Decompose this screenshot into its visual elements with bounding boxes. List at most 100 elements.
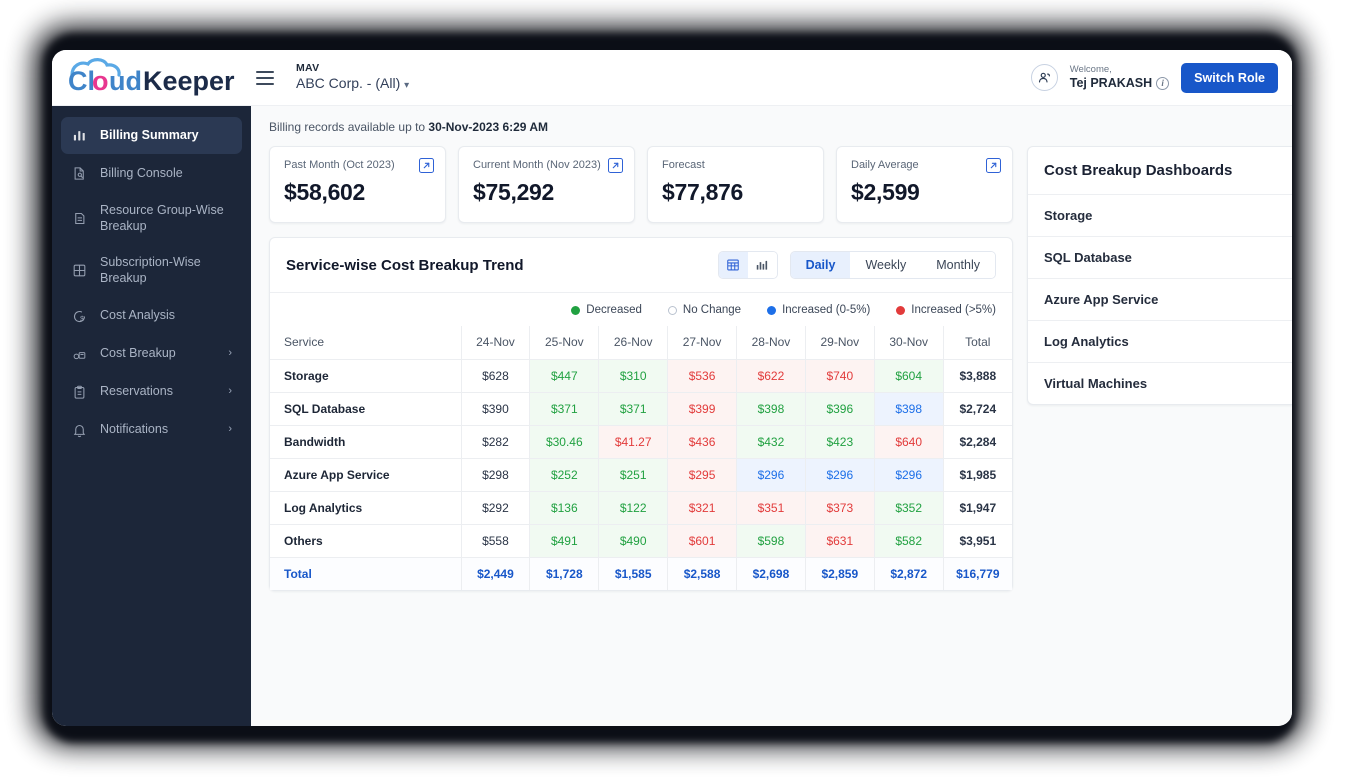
external-link-icon[interactable] [986, 158, 1001, 173]
application-window: Cl o ud Keeper MAV ABC Corp. - (All) ▾ W… [52, 50, 1292, 726]
table-cell: $447 [529, 358, 600, 393]
table-cell: $310 [598, 358, 669, 393]
table-cell: $1,947 [942, 490, 1012, 525]
sidebar-item-reservations[interactable]: Reservations › [61, 374, 242, 411]
table-cell: $296 [736, 457, 806, 492]
chart-view-icon[interactable] [747, 252, 777, 278]
table-cell: $292 [460, 490, 531, 525]
sidebar-item-cost-breakup[interactable]: Cost Breakup › [61, 336, 242, 373]
external-link-icon[interactable] [608, 158, 623, 173]
records-prefix: Billing records available up to [269, 120, 429, 134]
resource-group-icon [71, 210, 88, 227]
tab-daily[interactable]: Daily [790, 252, 851, 278]
table-cell: $298 [460, 457, 531, 492]
tab-monthly[interactable]: Monthly [921, 252, 995, 278]
cost-breakup-dashboards-panel: Cost Breakup Dashboards Storage SQL Datab… [1027, 146, 1292, 405]
cloudkeeper-logo[interactable]: Cl o ud Keeper [66, 57, 252, 99]
table-cell: $640 [873, 424, 944, 459]
chevron-right-icon: › [228, 385, 232, 398]
dashboard-list-item[interactable]: Storage [1028, 195, 1292, 237]
switch-role-button[interactable]: Switch Role [1181, 62, 1278, 93]
sidebar-item-billing-console[interactable]: Billing Console [61, 155, 242, 192]
table-total-cell: $2,859 [804, 556, 875, 590]
table-cell: $2,724 [942, 391, 1012, 426]
table-cell: $2,284 [942, 424, 1012, 459]
table-cell: $371 [598, 391, 669, 426]
table-cell: $398 [736, 391, 806, 426]
external-link-icon[interactable] [419, 158, 434, 173]
info-icon[interactable]: i [1156, 76, 1170, 90]
table-cell: $399 [667, 391, 737, 426]
table-total-cell: $2,872 [873, 556, 944, 590]
table-cell: $41.27 [598, 424, 669, 459]
legend-dot-no-change [667, 305, 677, 315]
table-cell: $436 [667, 424, 737, 459]
table-header-row: Service 24-Nov 25-Nov 26-Nov 27-Nov 28-Nov 29-… [270, 326, 1012, 360]
records-date: 30-Nov-2023 6:29 AM [428, 120, 549, 134]
sidebar-item-label: Subscription-Wise Breakup [100, 255, 201, 285]
sidebar-item-resource-group-wise-breakup[interactable]: Resource Group-Wise Breakup [61, 193, 242, 244]
welcome-block: Welcome, Tej PRAKASH i [1070, 64, 1170, 91]
sidebar-item-billing-summary[interactable]: Billing Summary [61, 117, 242, 154]
account-tag: MAV [296, 62, 320, 75]
table-body: Storage $628 $447 $310 $536 $622 $740 $604 $3,88… [270, 358, 1012, 590]
table-header: Service 24-Nov 25-Nov 26-Nov 27-Nov 28-Nov 29-… [270, 326, 1012, 360]
bell-icon [71, 422, 88, 439]
table-cell: $321 [667, 490, 737, 525]
table-cell: $282 [460, 424, 531, 459]
table-cell: $491 [529, 523, 600, 558]
column-header: 30-Nov [873, 326, 944, 360]
cell-service-name: Log Analytics [270, 490, 462, 525]
table-cell: $536 [667, 358, 737, 393]
coins-icon [71, 346, 88, 363]
kpi-card-daily-average[interactable]: Daily Average $2,599 [836, 146, 1013, 223]
table-cell: $1,985 [942, 457, 1012, 492]
panel-controls: Daily Weekly Monthly [717, 251, 996, 279]
sidebar-item-label: Billing Console [100, 165, 183, 180]
main-content: Billing records available up to 30-Nov-2… [251, 106, 1292, 726]
cell-service-name: SQL Database [270, 391, 462, 426]
chevron-down-icon: ▾ [404, 80, 410, 92]
dashboard-list-item[interactable]: SQL Database [1028, 237, 1292, 279]
table-row: Storage $628 $447 $310 $536 $622 $740 $604 $3,88… [270, 358, 1012, 393]
table-cell: $371 [529, 391, 600, 426]
legend-dot-decreased [571, 305, 581, 315]
dashboard-list-item[interactable]: Azure App Service [1028, 279, 1292, 321]
kpi-card-current-month[interactable]: Current Month (Nov 2023) $75,292 [458, 146, 635, 223]
avatar[interactable] [1030, 64, 1058, 91]
sidebar-item-notifications[interactable]: Notifications › [61, 412, 242, 449]
kpi-value: $75,292 [473, 179, 555, 205]
column-header: 27-Nov [667, 326, 737, 360]
cell-service-name: Storage [270, 358, 462, 393]
column-header: 28-Nov [736, 326, 806, 360]
billing-records-note: Billing records available up to 30-Nov-2… [269, 120, 1274, 134]
user-name-row: Tej PRAKASH i [1070, 76, 1170, 91]
sidebar-item-subscription-wise-breakup[interactable]: Subscription-Wise Breakup [61, 245, 242, 296]
kpi-card-past-month[interactable]: Past Month (Oct 2023) $58,602 [269, 146, 446, 223]
dashboard-list-item[interactable]: Log Analytics [1028, 321, 1292, 363]
sidebar-item-cost-analysis[interactable]: $ Cost Analysis [61, 298, 242, 335]
sidebar-item-label: Notifications [100, 422, 169, 437]
table-cell: $604 [873, 358, 944, 393]
table-cell: $601 [667, 523, 737, 558]
cell-service-name: Azure App Service [270, 457, 462, 492]
sidebar-item-label: Billing Summary [100, 127, 199, 142]
kpi-label: Current Month (Nov 2023) [473, 159, 601, 171]
grid-icon [71, 262, 88, 279]
table-row: SQL Database $390 $371 $371 $399 $398 $396 $398… [270, 391, 1012, 426]
cost-breakup-trend-panel: Service-wise Cost Breakup Trend Daily We… [269, 237, 1013, 591]
chevron-right-icon: › [228, 347, 232, 360]
chevron-right-icon: › [228, 423, 232, 436]
hamburger-icon[interactable] [256, 70, 274, 85]
legend-item-increased-large: Increased (>5%) [896, 304, 996, 316]
table-cell: $352 [873, 490, 944, 525]
legend-label: Increased (>5%) [911, 304, 996, 316]
column-header-service: Service [270, 326, 462, 360]
table-view-icon[interactable] [718, 252, 748, 278]
dashboard-list-item[interactable]: Virtual Machines [1028, 363, 1292, 404]
legend-label: Increased (0-5%) [782, 304, 871, 316]
account-selector[interactable]: MAV ABC Corp. - (All) ▾ [296, 62, 409, 93]
table-row: Others $558 $491 $490 $601 $598 $631 $582 $3,951 [270, 523, 1012, 558]
tab-weekly[interactable]: Weekly [850, 252, 922, 278]
kpi-card-forecast[interactable]: Forecast $77,876 [647, 146, 824, 223]
